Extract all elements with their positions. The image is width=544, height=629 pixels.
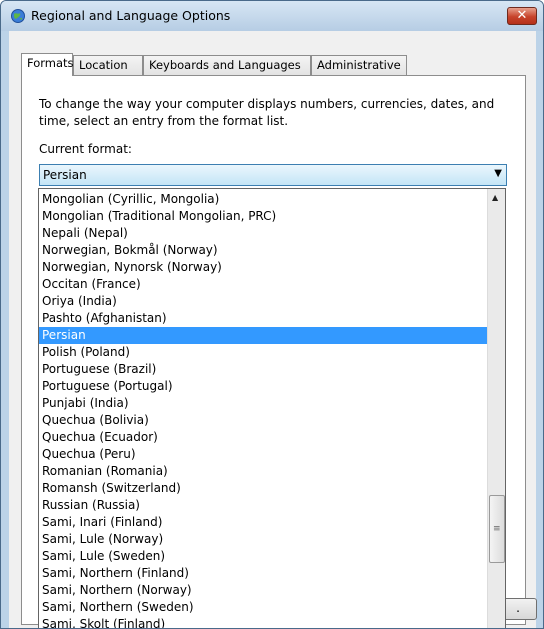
list-item[interactable]: Norwegian, Nynorsk (Norway) [39, 259, 488, 276]
list-item[interactable]: Oriya (India) [39, 293, 488, 310]
scroll-thumb[interactable]: ≡ [489, 495, 505, 563]
vertical-scrollbar[interactable]: ▲ ≡ [487, 189, 505, 628]
list-item[interactable]: Romanian (Romania) [39, 463, 488, 480]
grip-icon: ≡ [493, 524, 501, 534]
close-icon: ✕ [516, 8, 528, 23]
format-dropdown-list[interactable]: Mongolian (Cyrillic, Mongolia) Mongolian … [38, 188, 506, 628]
list-item[interactable]: Sami, Inari (Finland) [39, 514, 488, 531]
list-item[interactable]: Occitan (France) [39, 276, 488, 293]
list-item[interactable]: Sami, Northern (Norway) [39, 582, 488, 599]
list-item[interactable]: Russian (Russia) [39, 497, 488, 514]
list-item[interactable]: Nepali (Nepal) [39, 225, 488, 242]
tab-location[interactable]: Location [73, 55, 143, 75]
current-format-value: Persian [43, 168, 87, 182]
list-item[interactable]: Quechua (Ecuador) [39, 429, 488, 446]
title-bar[interactable]: Regional and Language Options ✕ [1, 1, 543, 31]
list-item[interactable]: Sami, Lule (Sweden) [39, 548, 488, 565]
list-item[interactable]: Polish (Poland) [39, 344, 488, 361]
list-item[interactable]: Sami, Skolt (Finland) [39, 616, 488, 628]
list-item[interactable]: Quechua (Bolivia) [39, 412, 488, 429]
scroll-up-icon[interactable]: ▲ [492, 193, 498, 202]
close-button[interactable]: ✕ [507, 7, 537, 25]
dialog-button-label: . [516, 601, 520, 615]
list-item[interactable]: Romansh (Switzerland) [39, 480, 488, 497]
list-item[interactable]: Portuguese (Portugal) [39, 378, 488, 395]
list-item[interactable]: Sami, Northern (Sweden) [39, 599, 488, 616]
current-format-combobox[interactable]: Persian ▼ [39, 164, 507, 186]
format-list: Mongolian (Cyrillic, Mongolia) Mongolian … [39, 191, 488, 628]
list-item[interactable]: Pashto (Afghanistan) [39, 310, 488, 327]
list-item[interactable]: Sami, Northern (Finland) [39, 565, 488, 582]
list-item[interactable]: Sami, Lule (Norway) [39, 531, 488, 548]
globe-icon [10, 8, 26, 24]
chevron-down-icon: ▼ [494, 168, 502, 179]
tab-formats[interactable]: Formats [21, 53, 74, 76]
list-item[interactable]: Persian [39, 327, 488, 344]
tab-keyboards-and-languages[interactable]: Keyboards and Languages [143, 55, 311, 75]
current-format-label: Current format: [39, 142, 132, 156]
list-item[interactable]: Portuguese (Brazil) [39, 361, 488, 378]
formats-description: To change the way your computer displays… [39, 97, 495, 128]
regional-options-window: Regional and Language Options ✕ Formats … [0, 0, 544, 629]
list-item[interactable]: Punjabi (India) [39, 395, 488, 412]
list-item[interactable]: Quechua (Peru) [39, 446, 488, 463]
list-item[interactable]: Norwegian, Bokmål (Norway) [39, 242, 488, 259]
list-item[interactable]: Mongolian (Traditional Mongolian, PRC) [39, 208, 488, 225]
window-title: Regional and Language Options [31, 8, 231, 23]
list-item[interactable]: Mongolian (Cyrillic, Mongolia) [39, 191, 488, 208]
tab-administrative[interactable]: Administrative [311, 55, 407, 75]
